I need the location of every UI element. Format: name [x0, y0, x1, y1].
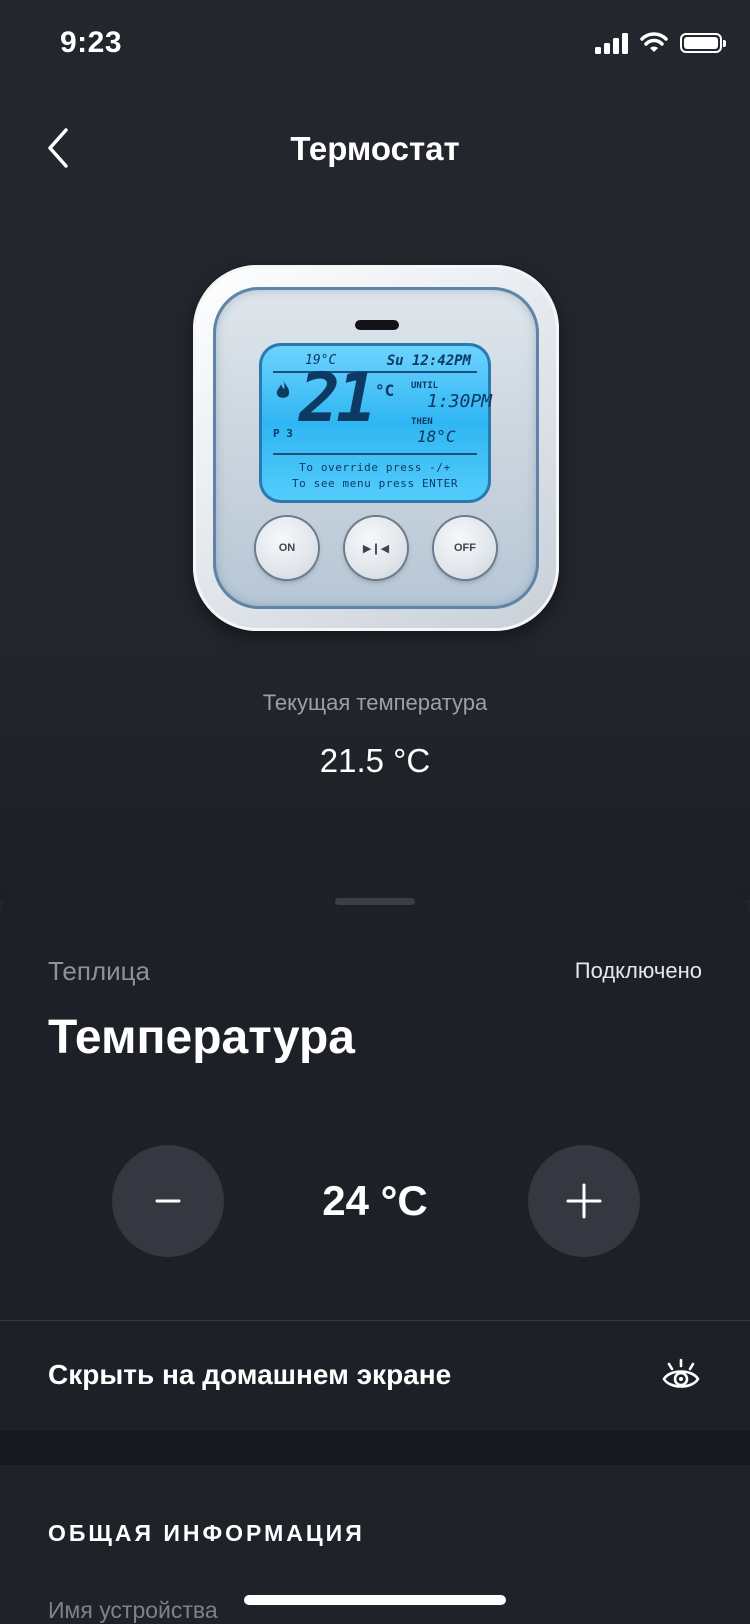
thermostat-image: 19°C Su 12:42PM 21 °C UNTIL 1:30PM THEN …: [193, 265, 559, 631]
lcd-top-time: Su 12:42PM: [386, 353, 471, 369]
lcd-big-temp: 21: [299, 359, 377, 438]
device-on-button: ON: [256, 517, 318, 579]
device-play-button: ▶❙◀: [345, 517, 407, 579]
lcd-until-time: 1:30PM: [427, 391, 493, 412]
eye-icon[interactable]: [660, 1355, 702, 1397]
increase-temperature-button[interactable]: [528, 1145, 640, 1257]
general-info-heading: ОБЩАЯ ИНФОРМАЦИЯ: [48, 1520, 365, 1546]
status-icons: [595, 32, 726, 54]
status-bar: 9:23: [0, 0, 750, 90]
page-title: Термостат: [290, 130, 460, 167]
lcd-divider: [273, 453, 477, 455]
section-gap: [0, 1431, 750, 1465]
lcd-program-icon: P 3: [273, 427, 293, 440]
hide-on-home-label: Скрыть на домашнем экране: [48, 1359, 452, 1390]
bottom-sheet: Теплица Подключено Температура 24 °C Скр…: [0, 880, 750, 1624]
device-name-label: Имя устройства: [48, 1597, 218, 1623]
sheet-grabber[interactable]: [335, 898, 415, 905]
home-indicator[interactable]: [244, 1595, 506, 1605]
thermostat-slot: [355, 320, 399, 330]
nav-bar: Термостат: [0, 110, 750, 190]
current-temperature-label: Текущая температура: [262, 690, 488, 715]
sheet-title: Температура: [48, 1011, 355, 1064]
signal-icon: [595, 32, 628, 54]
lcd-then-temp: 18°C: [417, 427, 456, 446]
room-label: Теплица: [48, 956, 151, 986]
status-time: 9:23: [60, 26, 123, 59]
flame-icon: [276, 380, 290, 398]
current-temperature-value: 21.5 °C: [319, 742, 431, 779]
wifi-icon: [640, 32, 668, 52]
lcd-message-2: To see menu press ENTER: [291, 477, 459, 490]
connection-status: Подключено: [574, 958, 702, 983]
lcd-then-label: THEN: [411, 417, 433, 427]
lcd-until-label: UNTIL: [411, 381, 439, 391]
lcd-message-1: To override press -/+: [299, 461, 451, 474]
thermostat-lcd: 19°C Su 12:42PM 21 °C UNTIL 1:30PM THEN …: [259, 343, 493, 503]
battery-icon: [680, 33, 726, 53]
hide-on-home-row[interactable]: Скрыть на домашнем экране: [0, 1321, 750, 1431]
device-off-button: OFF: [434, 517, 496, 579]
lcd-big-unit: °C: [375, 381, 395, 400]
plus-icon: [566, 1183, 602, 1219]
